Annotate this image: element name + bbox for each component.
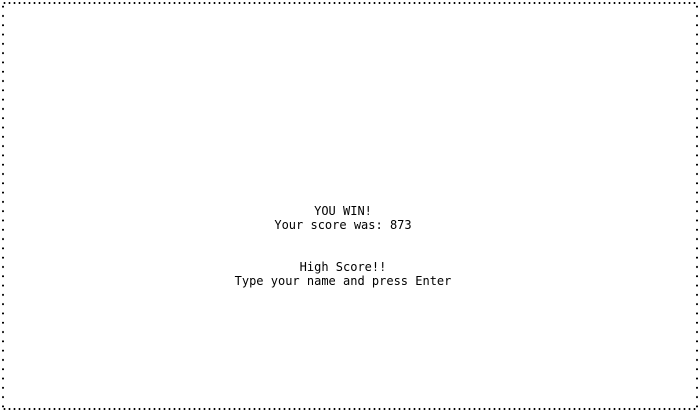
border-top [2, 2, 698, 4]
score-line: Your score was: 873 [0, 218, 686, 232]
win-message: YOU WIN! [314, 204, 372, 218]
name-entry-prompt: Type your name and press Enter [234, 274, 452, 288]
score-label: Your score was: [274, 218, 390, 232]
border-right [696, 2, 698, 410]
score-value: 873 [389, 218, 412, 232]
high-score-message: High Score!! [299, 260, 387, 274]
border-bottom [2, 408, 698, 410]
game-screen[interactable]: YOU WIN! Your score was: 873 High Score!… [0, 0, 700, 413]
